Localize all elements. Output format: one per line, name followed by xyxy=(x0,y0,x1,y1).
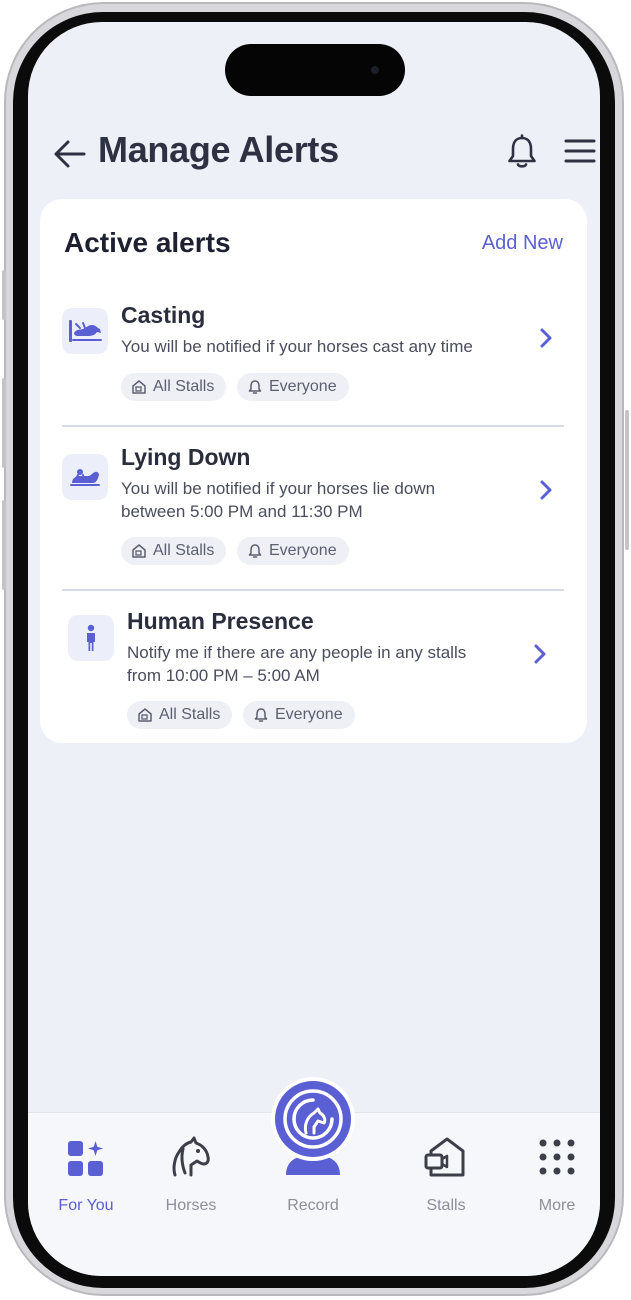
chevron-right-icon xyxy=(540,328,552,348)
alert-description: You will be notified if your horses cast… xyxy=(121,335,541,358)
horse-head-icon xyxy=(172,1136,210,1177)
stalls-chip[interactable]: All Stalls xyxy=(121,373,227,401)
tab-label: More xyxy=(538,1197,576,1214)
hamburger-menu-icon[interactable] xyxy=(563,136,597,166)
tab-for-you[interactable]: For You xyxy=(41,1113,131,1243)
alert-title: Human Presence xyxy=(127,608,314,634)
tab-label: Horses xyxy=(165,1197,217,1214)
back-arrow-icon[interactable] xyxy=(52,136,88,172)
tab-horses[interactable]: Horses xyxy=(146,1113,236,1243)
volume-down-button xyxy=(2,500,6,590)
stalls-chip-label: All Stalls xyxy=(153,378,215,395)
stalls-chip-label: All Stalls xyxy=(159,706,221,723)
chevron-right-icon xyxy=(534,644,546,664)
audience-chip-label: Everyone xyxy=(269,542,337,559)
alert-title: Lying Down xyxy=(121,444,251,470)
stalls-chip-label: All Stalls xyxy=(153,542,215,559)
add-new-link[interactable]: Add New xyxy=(482,232,563,255)
dots-grid-icon xyxy=(539,1139,575,1175)
action-button xyxy=(2,270,6,320)
tab-label: Stalls xyxy=(426,1197,466,1214)
tab-record[interactable]: Record xyxy=(268,1075,358,1214)
person-icon xyxy=(68,615,114,661)
page-title: Manage Alerts xyxy=(98,129,339,170)
alert-item-lying-down[interactable]: Lying Down You will be notified if your … xyxy=(40,427,587,567)
app-screen: Manage Alerts Active alerts Add New Cast… xyxy=(28,22,600,1276)
audience-chip[interactable]: Everyone xyxy=(237,373,349,401)
stall-icon xyxy=(132,380,146,394)
stalls-chip[interactable]: All Stalls xyxy=(121,537,227,565)
horse-casting-icon xyxy=(62,308,108,354)
dynamic-island xyxy=(225,44,405,96)
grid-sparkle-icon xyxy=(68,1141,103,1176)
bell-small-icon xyxy=(248,544,262,558)
app-header: Manage Alerts xyxy=(52,126,596,182)
chevron-right-icon xyxy=(540,480,552,500)
record-camera-icon xyxy=(271,1077,355,1175)
horse-lying-icon xyxy=(62,454,108,500)
active-alerts-card: Active alerts Add New Casting You will b… xyxy=(40,199,587,743)
alert-description: You will be notified if your horses lie … xyxy=(121,477,541,523)
stall-camera-icon xyxy=(424,1137,465,1177)
tab-more[interactable]: More xyxy=(512,1113,600,1243)
bottom-tab-bar: For You Horses Record Stalls More xyxy=(28,1077,600,1276)
tab-stalls[interactable]: Stalls xyxy=(401,1113,491,1243)
alert-item-casting[interactable]: Casting You will be notified if your hor… xyxy=(40,285,587,401)
alert-description-line: between 5:00 PM and 11:30 PM xyxy=(121,502,363,521)
volume-up-button xyxy=(2,378,6,468)
bell-icon[interactable] xyxy=(505,134,539,170)
bell-small-icon xyxy=(254,708,268,722)
stalls-chip[interactable]: All Stalls xyxy=(127,701,233,729)
audience-chip[interactable]: Everyone xyxy=(243,701,355,729)
camera-dot xyxy=(371,66,379,74)
stall-icon xyxy=(132,544,146,558)
alert-description-line: You will be notified if your horses cast… xyxy=(121,337,473,356)
bell-small-icon xyxy=(248,380,262,394)
audience-chip-label: Everyone xyxy=(269,378,337,395)
tab-label: For You xyxy=(58,1197,114,1214)
stall-icon xyxy=(138,708,152,722)
alert-item-human-presence[interactable]: Human Presence Notify me if there are an… xyxy=(40,591,587,731)
power-button xyxy=(625,410,629,550)
card-title: Active alerts xyxy=(64,227,231,258)
alert-description-line: You will be notified if your horses lie … xyxy=(121,479,436,498)
audience-chip[interactable]: Everyone xyxy=(237,537,349,565)
alert-title: Casting xyxy=(121,302,206,328)
tab-label: Record xyxy=(287,1197,339,1214)
alert-description-line: Notify me if there are any people in any… xyxy=(127,643,467,662)
alert-description: Notify me if there are any people in any… xyxy=(127,641,547,687)
alert-description-line: from 10:00 PM – 5:00 AM xyxy=(127,666,320,685)
audience-chip-label: Everyone xyxy=(275,706,343,723)
